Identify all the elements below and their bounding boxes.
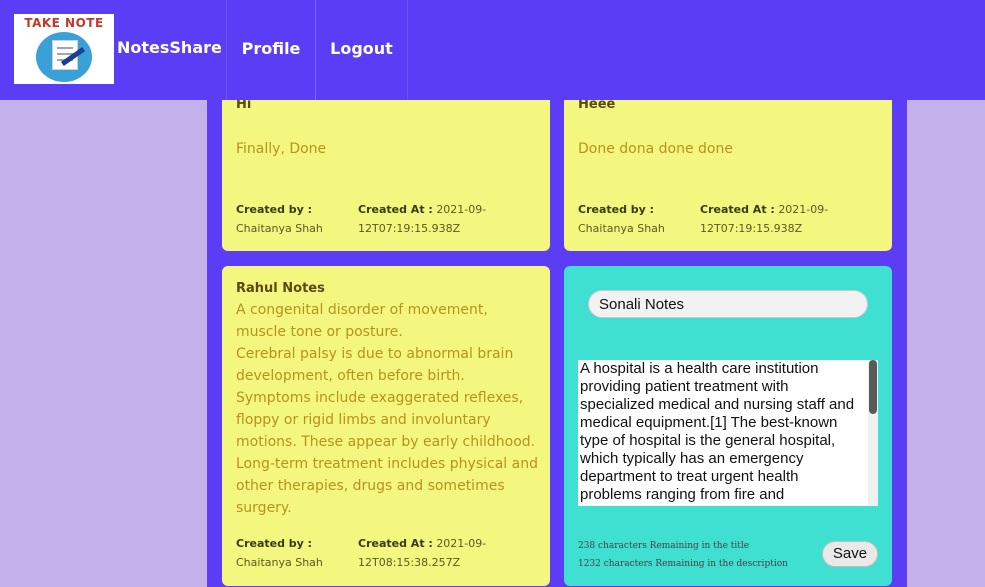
brand-link[interactable]: NotesShare: [117, 38, 222, 57]
logo-text: TAKE NOTE: [24, 16, 104, 30]
description-remaining-count: 1232 characters Remaining in the descrip…: [578, 559, 788, 569]
scrollbar-thumb[interactable]: [869, 360, 877, 414]
created-by-label: Created by :: [236, 203, 313, 216]
created-by-value: Chaitanya Shah: [236, 556, 323, 569]
created-by-value: Chaitanya Shah: [236, 222, 323, 235]
nav-profile-link[interactable]: Profile: [226, 0, 316, 100]
textarea-scrollbar[interactable]: [868, 360, 878, 506]
note-created-by: Created by : Chaitanya Shah: [236, 200, 346, 238]
created-at-value: 2021-09-: [436, 537, 487, 550]
edit-note-card: A hospital is a health care institution …: [564, 266, 892, 586]
created-at-value: 2021-09-: [436, 203, 487, 216]
note-card: Rahul Notes A congenital disorder of mov…: [222, 266, 550, 586]
created-at-label: Created At :: [358, 203, 433, 216]
created-at-value: 2021-09-: [778, 203, 829, 216]
note-description-text: A hospital is a health care institution …: [580, 360, 855, 503]
app-logo[interactable]: TAKE NOTE: [14, 14, 114, 84]
navbar: TAKE NOTE NotesShare Profile Logout: [0, 0, 985, 100]
save-button[interactable]: Save: [822, 541, 878, 567]
note-title-input[interactable]: [588, 290, 868, 318]
created-at-value-cont: 12T07:19:15.938Z: [700, 222, 803, 235]
note-description: Finally, Done: [236, 141, 327, 157]
created-at-label: Created At :: [358, 537, 433, 550]
note-description-textarea[interactable]: A hospital is a health care institution …: [578, 360, 878, 506]
created-by-label: Created by :: [236, 537, 313, 550]
created-by-value: Chaitanya Shah: [578, 222, 665, 235]
created-at-value-cont: 12T08:15:38.257Z: [358, 556, 461, 569]
note-title: Rahul Notes: [236, 281, 325, 296]
created-by-label: Created by :: [578, 203, 655, 216]
title-remaining-count: 238 characters Remaining in the title: [578, 541, 750, 551]
note-created-at: Created At : 2021-09- 12T07:19:15.938Z: [700, 200, 880, 238]
note-created-at: Created At : 2021-09- 12T08:15:38.257Z: [358, 534, 538, 572]
nav-logout-link[interactable]: Logout: [315, 0, 408, 100]
note-description: Done dona done done: [578, 141, 733, 157]
created-at-label: Created At :: [700, 203, 775, 216]
note-created-by: Created by : Chaitanya Shah: [236, 534, 346, 572]
note-created-at: Created At : 2021-09- 12T07:19:15.938Z: [358, 200, 538, 238]
created-at-value-cont: 12T07:19:15.938Z: [358, 222, 461, 235]
note-created-by: Created by : Chaitanya Shah: [578, 200, 688, 238]
note-description: A congenital disorder of movement, muscl…: [236, 302, 538, 516]
